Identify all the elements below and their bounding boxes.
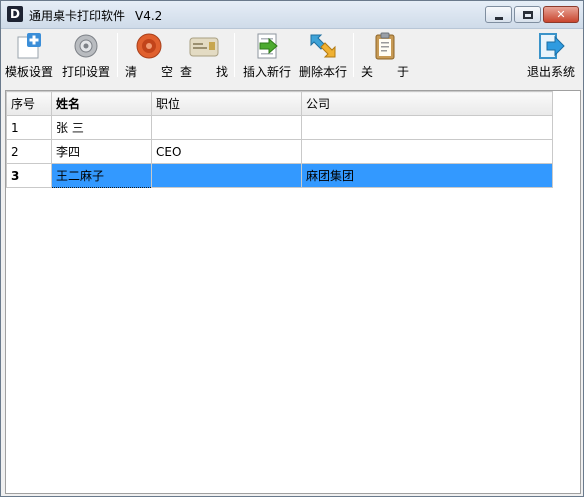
name-cell-focused[interactable]: 王二麻子 [51,163,152,188]
toolbar: 模板设置 打印设置 清 空 查 找 插入新行 删除本行 关 于 退出系统 [1,29,583,83]
column-header-name[interactable]: 姓名 [51,91,152,116]
insert-row-button[interactable]: 插入新行 [239,29,295,81]
exit-label: 退出系统 [526,65,575,79]
name-cell[interactable]: 李四 [51,139,152,164]
delete-row-label: 删除本行 [298,65,347,79]
table-row-selected[interactable]: 3 王二麻子 麻团集团 [6,163,553,188]
insert-row-label: 插入新行 [242,65,291,79]
company-cell[interactable] [301,115,553,140]
minimize-icon [495,17,503,20]
template-settings-icon [17,33,41,59]
table-row[interactable]: 2 李四 CEO [6,139,553,164]
app-version: V4.2 [135,9,163,23]
find-label: 查 找 [179,65,228,79]
close-icon: ✕ [556,8,566,21]
maximize-button[interactable] [514,6,541,23]
company-cell[interactable]: 麻团集团 [301,163,553,188]
title-cell[interactable] [151,163,302,188]
delete-row-button[interactable]: 删除本行 [295,29,351,81]
title-bar[interactable]: D 通用桌卡打印软件 V4.2 ✕ [1,1,583,29]
window-title: 通用桌卡打印软件 V4.2 [29,7,162,24]
about-button[interactable]: 关 于 [357,29,413,81]
maximize-icon [523,11,533,19]
print-settings-button[interactable]: 打印设置 [59,29,113,81]
row-number-cell[interactable]: 2 [6,139,52,164]
clear-button[interactable]: 清 空 [121,29,177,81]
table-row[interactable]: 1 张 三 [6,115,553,140]
column-header-no[interactable]: 序号 [6,91,52,116]
find-card-icon [189,37,219,57]
exit-button[interactable]: 退出系统 [523,29,579,81]
exit-icon [539,33,565,59]
title-cell[interactable] [151,115,302,140]
delete-row-icon [310,34,336,58]
name-cell[interactable]: 张 三 [51,115,152,140]
data-grid[interactable]: 序号 姓名 职位 公司 1 张 三 2 李四 CEO 3 王二麻子 麻团集团 [5,90,581,494]
clear-label: 清 空 [124,65,173,79]
find-button[interactable]: 查 找 [177,29,231,81]
row-number-cell[interactable]: 3 [6,163,52,188]
about-label: 关 于 [360,65,409,79]
gear-icon [74,34,98,58]
title-cell[interactable]: CEO [151,139,302,164]
print-settings-label: 打印设置 [61,65,110,79]
clipboard-icon [375,32,395,60]
toolbar-separator [234,33,235,77]
insert-row-icon [257,33,278,59]
company-cell[interactable] [301,139,553,164]
minimize-button[interactable] [485,6,512,23]
app-window: D 通用桌卡打印软件 V4.2 ✕ 模板设置 打印设置 清 空 查 找 插入新行… [0,0,584,497]
toolbar-separator [117,33,118,77]
close-button[interactable]: ✕ [543,6,579,23]
template-settings-label: 模板设置 [4,65,53,79]
app-title: 通用桌卡打印软件 [29,9,126,23]
row-number-cell[interactable]: 1 [6,115,52,140]
clear-icon [136,33,162,59]
app-logo-icon: D [7,6,23,22]
template-settings-button[interactable]: 模板设置 [3,29,55,81]
table-header-row: 序号 姓名 职位 公司 [6,91,553,116]
column-header-title[interactable]: 职位 [151,91,302,116]
toolbar-separator [353,33,354,77]
data-table: 序号 姓名 职位 公司 1 张 三 2 李四 CEO 3 王二麻子 麻团集团 [6,91,553,188]
column-header-company[interactable]: 公司 [301,91,553,116]
